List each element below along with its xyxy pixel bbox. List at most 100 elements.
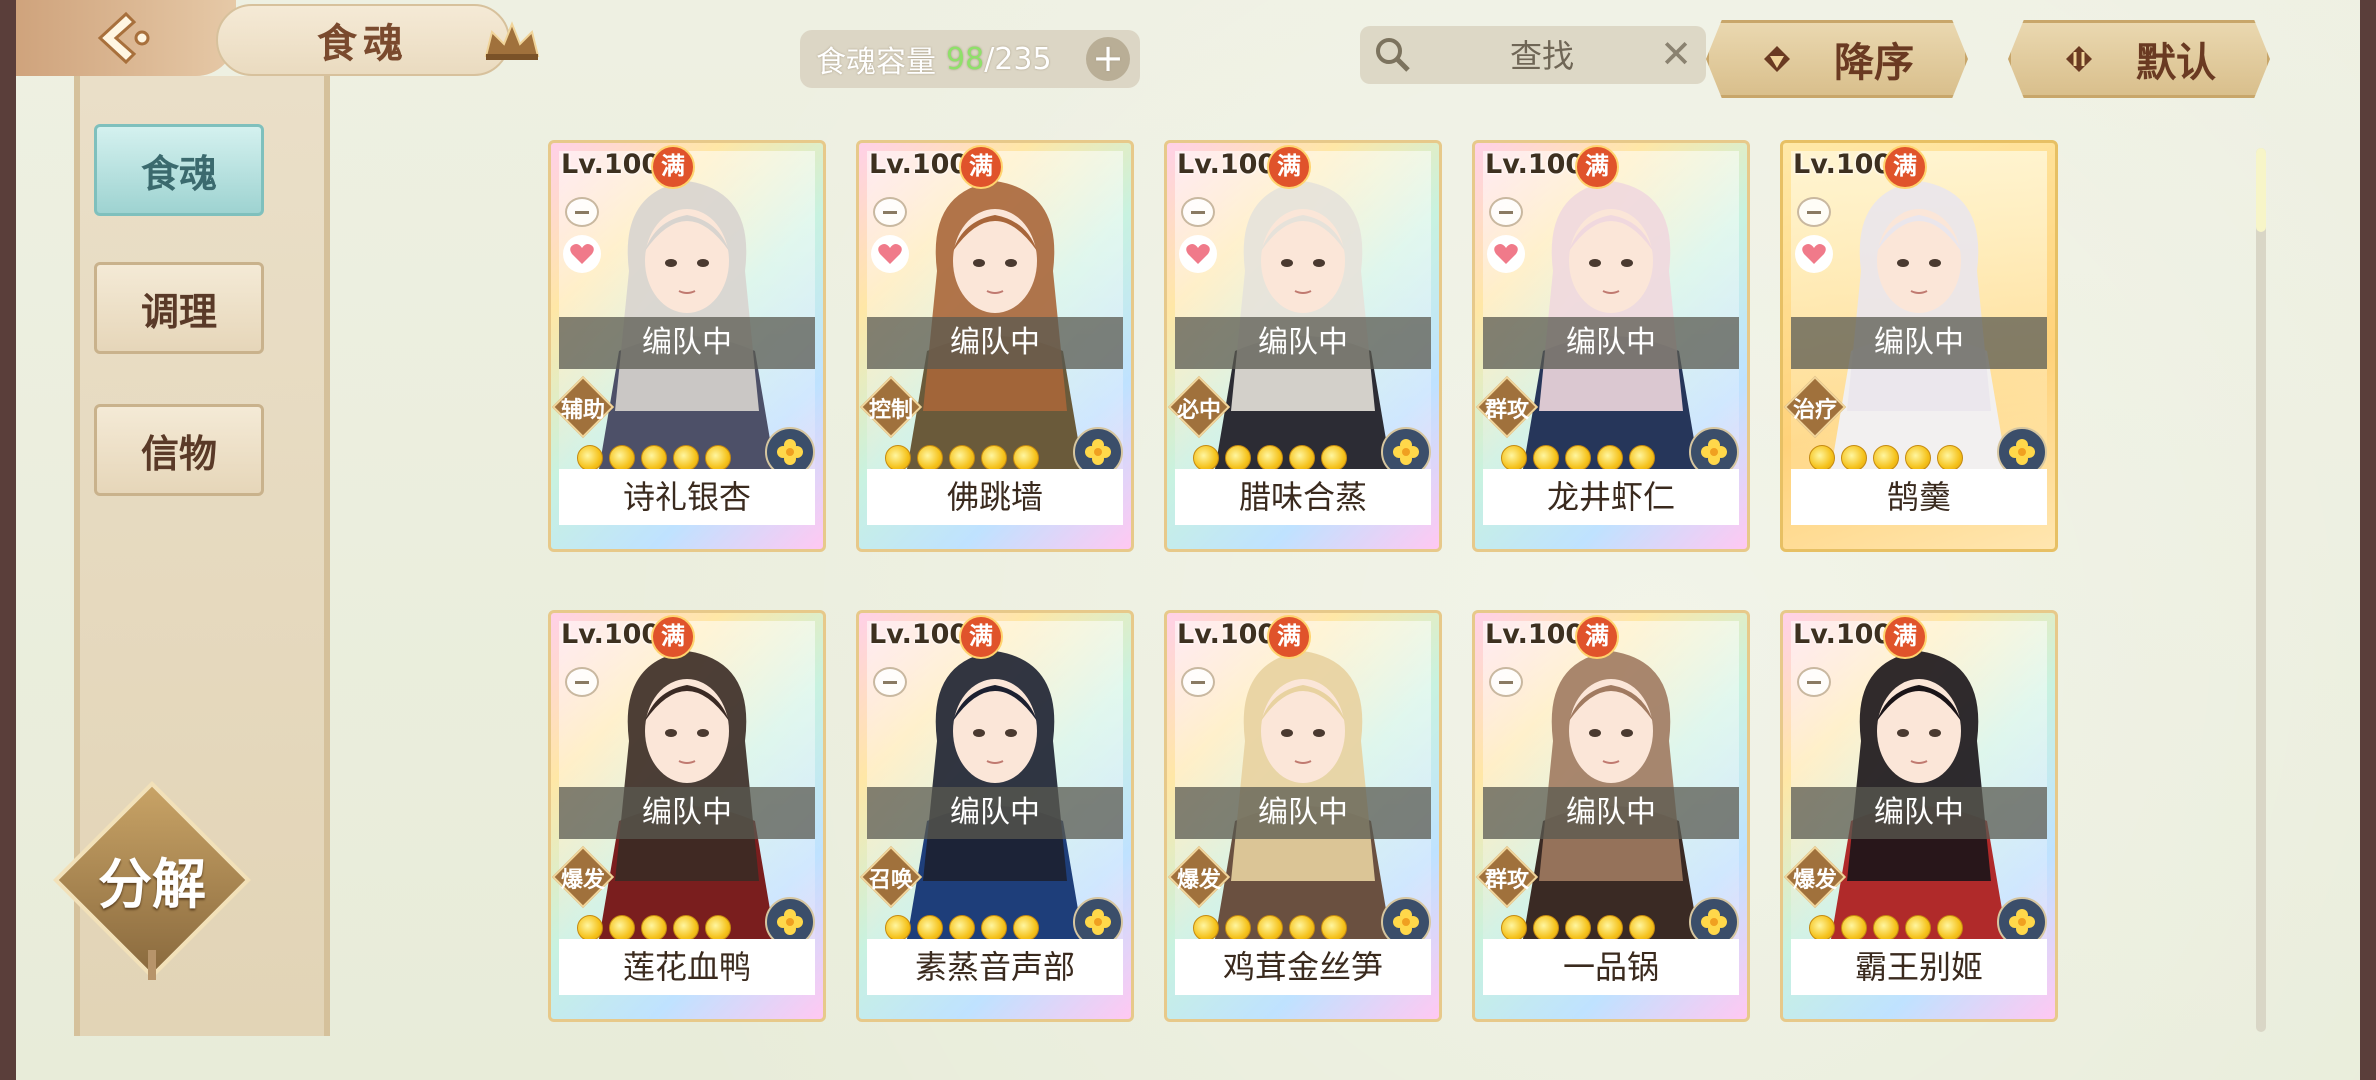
- scrollbar-thumb[interactable]: [2256, 148, 2266, 232]
- team-status-banner: 编队中: [1175, 787, 1431, 839]
- soul-card[interactable]: Lv.100 满 编队中 必中 腊味合蒸: [1164, 140, 1442, 552]
- star-icon: [705, 445, 731, 471]
- remove-icon[interactable]: [873, 197, 907, 227]
- star-rating: [1809, 445, 1963, 471]
- team-status-banner: 编队中: [559, 787, 815, 839]
- soul-card[interactable]: Lv.100 满 编队中 群攻 龙井虾仁: [1472, 140, 1750, 552]
- role-label: 爆发: [560, 868, 605, 893]
- star-rating: [1193, 915, 1347, 941]
- card-name: 一品锅: [1483, 939, 1739, 995]
- star-rating: [885, 445, 1039, 471]
- soul-card[interactable]: Lv.100 满 编队中 爆发 莲花血鸭: [548, 610, 826, 1022]
- star-icon: [673, 915, 699, 941]
- star-icon: [1841, 445, 1867, 471]
- app-root: 食魂 食魂容量 98 /235 + ✕ 降序 默认: [16, 0, 2360, 1080]
- search-icon: [1376, 38, 1410, 72]
- star-icon: [1629, 445, 1655, 471]
- role-tag: 控制: [859, 375, 923, 439]
- soul-card[interactable]: Lv.100 满 编队中 爆发 霸王别姬: [1780, 610, 2058, 1022]
- decompose-button[interactable]: 分解: [52, 780, 252, 980]
- soul-card[interactable]: Lv.100 满 编队中 召唤 素蒸音声部: [856, 610, 1134, 1022]
- max-level-badge: 满: [1575, 145, 1619, 189]
- star-rating: [577, 915, 731, 941]
- filter-default-button[interactable]: 默认: [2008, 20, 2270, 98]
- role-tag: 群攻: [1475, 845, 1539, 909]
- crown-icon: [476, 14, 548, 66]
- sort-down-icon: [1764, 46, 1790, 72]
- team-status-banner: 编队中: [1791, 787, 2047, 839]
- soul-card[interactable]: Lv.100 满 编队中 辅助 诗礼银杏: [548, 140, 826, 552]
- role-label: 爆发: [1176, 868, 1221, 893]
- soul-card[interactable]: Lv.100 满 编队中 控制 佛跳墙: [856, 140, 1134, 552]
- star-rating: [577, 445, 731, 471]
- card-level: Lv.100: [1177, 619, 1277, 650]
- star-icon: [949, 445, 975, 471]
- sort-order-button[interactable]: 降序: [1706, 20, 1968, 98]
- favorite-heart-icon[interactable]: [1795, 235, 1833, 273]
- card-name: 诗礼银杏: [559, 469, 815, 525]
- star-icon: [981, 915, 1007, 941]
- remove-icon[interactable]: [1489, 667, 1523, 697]
- star-icon: [1597, 445, 1623, 471]
- role-tag: 群攻: [1475, 375, 1539, 439]
- star-rating: [1501, 915, 1655, 941]
- search-input[interactable]: [1430, 32, 1654, 80]
- role-tag: 召唤: [859, 845, 923, 909]
- remove-icon[interactable]: [1181, 667, 1215, 697]
- remove-icon[interactable]: [1797, 667, 1831, 697]
- star-icon: [1937, 915, 1963, 941]
- sort-label: 降序: [1834, 39, 1914, 86]
- role-label: 群攻: [1484, 868, 1529, 893]
- star-icon: [1257, 915, 1283, 941]
- favorite-heart-icon[interactable]: [563, 235, 601, 273]
- scrollbar-track[interactable]: [2256, 148, 2266, 1032]
- star-icon: [641, 445, 667, 471]
- card-name: 鸡茸金丝笋: [1175, 939, 1431, 995]
- remove-icon[interactable]: [1797, 197, 1831, 227]
- max-level-badge: 满: [651, 145, 695, 189]
- star-icon: [1193, 445, 1219, 471]
- soul-card[interactable]: Lv.100 满 编队中 治疗 鹄羹: [1780, 140, 2058, 552]
- favorite-heart-icon[interactable]: [871, 235, 909, 273]
- card-level: Lv.100: [1485, 149, 1585, 180]
- remove-icon[interactable]: [873, 667, 907, 697]
- star-icon: [1565, 915, 1591, 941]
- favorite-heart-icon[interactable]: [1487, 235, 1525, 273]
- star-icon: [1193, 915, 1219, 941]
- remove-icon[interactable]: [565, 667, 599, 697]
- remove-icon[interactable]: [1489, 197, 1523, 227]
- card-level: Lv.100: [561, 149, 661, 180]
- favorite-heart-icon[interactable]: [1179, 235, 1217, 273]
- star-icon: [609, 445, 635, 471]
- expand-capacity-button[interactable]: +: [1086, 37, 1130, 81]
- max-level-badge: 满: [651, 615, 695, 659]
- remove-icon[interactable]: [1181, 197, 1215, 227]
- team-status-banner: 编队中: [867, 787, 1123, 839]
- role-tag: 必中: [1167, 375, 1231, 439]
- star-icon: [641, 915, 667, 941]
- role-label: 控制: [868, 398, 913, 423]
- star-icon: [1013, 445, 1039, 471]
- star-rating: [885, 915, 1039, 941]
- max-level-badge: 满: [1883, 615, 1927, 659]
- sidebar-item-cooking[interactable]: 调理: [94, 262, 264, 354]
- sidebar-item-tokens[interactable]: 信物: [94, 404, 264, 496]
- star-icon: [1321, 445, 1347, 471]
- team-status-banner: 编队中: [867, 317, 1123, 369]
- role-label: 辅助: [560, 398, 605, 423]
- capacity-label: 食魂容量: [816, 45, 936, 80]
- back-button[interactable]: [16, 0, 236, 76]
- card-level: Lv.100: [869, 619, 969, 650]
- capacity-max: /235: [984, 41, 1052, 77]
- card-name: 腊味合蒸: [1175, 469, 1431, 525]
- team-status-banner: 编队中: [1483, 787, 1739, 839]
- soul-card[interactable]: Lv.100 满 编队中 群攻 一品锅: [1472, 610, 1750, 1022]
- star-rating: [1501, 445, 1655, 471]
- sidebar-item-souls[interactable]: 食魂: [94, 124, 264, 216]
- remove-icon[interactable]: [565, 197, 599, 227]
- team-status-banner: 编队中: [1483, 317, 1739, 369]
- star-icon: [1321, 915, 1347, 941]
- role-label: 召唤: [868, 868, 913, 893]
- clear-search-icon[interactable]: ✕: [1660, 32, 1692, 76]
- soul-card[interactable]: Lv.100 满 编队中 爆发 鸡茸金丝笋: [1164, 610, 1442, 1022]
